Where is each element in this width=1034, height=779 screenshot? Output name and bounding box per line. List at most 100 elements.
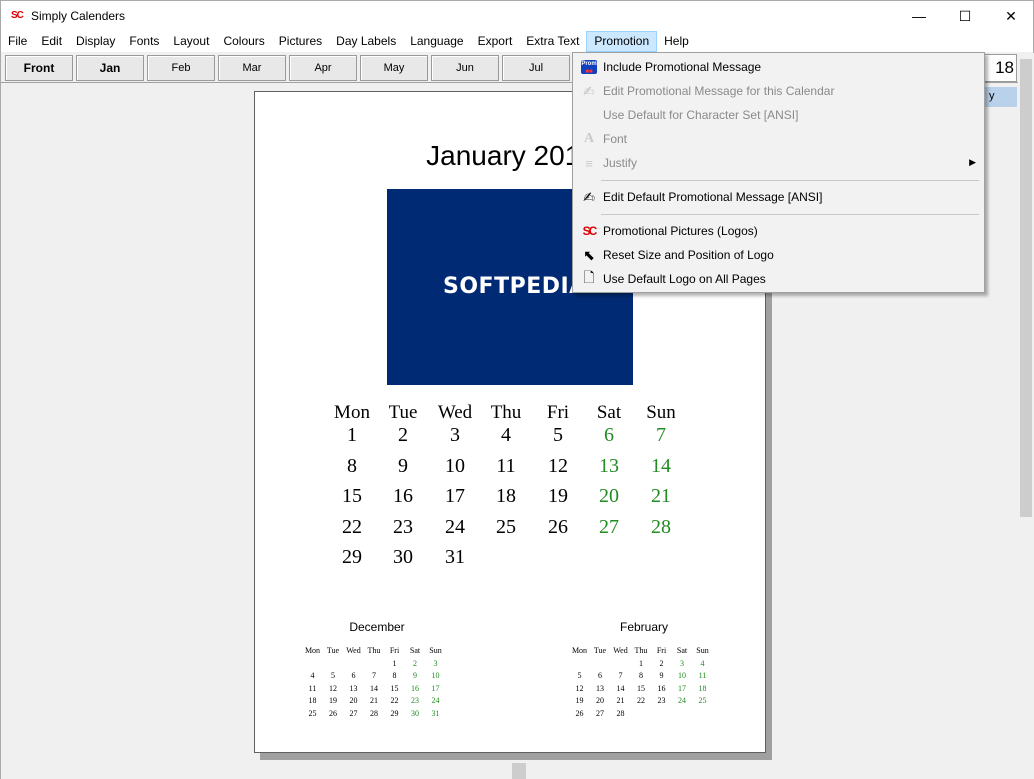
- tab-jul[interactable]: Jul: [502, 55, 570, 81]
- minimize-button[interactable]: —: [896, 1, 942, 31]
- mini-weekday-header: Tue: [593, 646, 607, 655]
- menu-pictures[interactable]: Pictures: [272, 31, 329, 52]
- day-cell[interactable]: 16: [377, 485, 429, 508]
- menu-item-label: Edit Promotional Message for this Calend…: [603, 84, 835, 98]
- weekday-header: Fri: [546, 402, 570, 423]
- menu-display[interactable]: Display: [69, 31, 122, 52]
- edit-hand-icon: ✍: [583, 188, 595, 205]
- menu-item-edit-default-promotional-message-ansi[interactable]: ✍ Edit Default Promotional Message [ANSI]: [575, 185, 982, 209]
- menu-item-edit-promotional-message-for-this-calendar[interactable]: ✍ Edit Promotional Message for this Calen…: [575, 79, 982, 103]
- menu-item-use-default-logo-on-all-pages[interactable]: 🗋 Use Default Logo on All Pages: [575, 267, 982, 291]
- day-cell[interactable]: 13: [583, 455, 635, 478]
- day-cell[interactable]: 8: [326, 455, 378, 478]
- mini-day-cell: 9: [413, 671, 417, 680]
- edit-hand-icon: ✍: [583, 82, 595, 99]
- selected-list-item[interactable]: y: [983, 87, 1017, 107]
- day-cell[interactable]: 3: [429, 424, 481, 447]
- menu-language[interactable]: Language: [403, 31, 470, 52]
- menu-item-font[interactable]: A Font: [575, 127, 982, 151]
- day-cell[interactable]: 7: [635, 424, 687, 447]
- menu-item-reset-size-and-position-of-logo[interactable]: ⬉ Reset Size and Position of Logo: [575, 243, 982, 267]
- day-cell[interactable]: 10: [429, 455, 481, 478]
- menu-item-promotional-pictures-logos[interactable]: SC Promotional Pictures (Logos): [575, 219, 982, 243]
- day-cell[interactable]: 18: [480, 485, 532, 508]
- mini-week-row: 19 20 21 22 23 24 25: [569, 696, 719, 709]
- mini-day-cell: 3: [433, 658, 438, 668]
- menu-file[interactable]: File: [1, 31, 34, 52]
- day-cell[interactable]: 29: [326, 546, 378, 569]
- submenu-arrow-icon: ▶: [969, 157, 976, 167]
- mini-calendar-next: February Mon Tue Wed Thu Fri Sat Sun 1 2 3 4 5 6 7 8 9 10…: [569, 620, 719, 721]
- day-cell[interactable]: 27: [583, 516, 635, 539]
- day-cell[interactable]: 28: [635, 516, 687, 539]
- mini-day-cell: 19: [329, 696, 337, 705]
- sc-logo-icon: SC: [582, 224, 598, 238]
- menu-colours[interactable]: Colours: [216, 31, 271, 52]
- menu-day-labels[interactable]: Day Labels: [329, 31, 403, 52]
- month-grid: Mon Tue Wed Thu Fri Sat Sun 1 2 3 4 5 6 7 8 9 10 11 12 13 14…: [331, 402, 691, 577]
- menu-item-include-promotional-message[interactable]: Prom ■■ Include Promotional Message: [575, 55, 982, 79]
- mini-day-cell: 11: [308, 683, 317, 693]
- year-field[interactable]: 18: [983, 54, 1017, 82]
- day-cell[interactable]: 4: [480, 424, 532, 447]
- day-cell[interactable]: 23: [377, 516, 429, 539]
- mini-day-cell: 17: [431, 683, 440, 693]
- menu-extra-text[interactable]: Extra Text: [519, 31, 586, 52]
- mini-weekday-header: Sun: [696, 646, 709, 655]
- day-cell[interactable]: 9: [377, 455, 429, 478]
- mini-day-cell: 16: [657, 683, 666, 693]
- mini-day-cell: 13: [349, 683, 358, 693]
- menu-export[interactable]: Export: [471, 31, 520, 52]
- day-cell[interactable]: 2: [377, 424, 429, 447]
- day-cell[interactable]: 31: [429, 546, 481, 569]
- mini-weekday-header: Wed: [346, 646, 361, 655]
- mini-weekday-header: Sat: [676, 646, 688, 655]
- day-cell[interactable]: 25: [480, 516, 532, 539]
- day-cell[interactable]: 12: [532, 455, 584, 478]
- tab-apr[interactable]: Apr: [289, 55, 357, 81]
- day-cell[interactable]: 30: [377, 546, 429, 569]
- menu-item-use-default-for-character-set-ansi[interactable]: Use Default for Character Set [ANSI]: [575, 103, 982, 127]
- mini-day-cell: 4: [700, 658, 705, 668]
- mini-weekday-header: Fri: [656, 646, 667, 655]
- day-cell[interactable]: 5: [532, 424, 584, 447]
- mini-header-row: Mon Tue Wed Thu Fri Sat Sun: [302, 646, 452, 659]
- horizontal-scroll-thumb[interactable]: [512, 763, 526, 779]
- mini-day-cell: 7: [618, 671, 623, 680]
- day-cell[interactable]: 17: [429, 485, 481, 508]
- day-cell[interactable]: 20: [583, 485, 635, 508]
- mini-day-cell: 18: [698, 683, 707, 693]
- mini-week-row: 5 6 7 8 9 10 11: [569, 671, 719, 684]
- menu-layout[interactable]: Layout: [166, 31, 216, 52]
- day-cell[interactable]: 1: [326, 424, 378, 447]
- day-cell[interactable]: 21: [635, 485, 687, 508]
- menu-item-justify[interactable]: ≡ Justify ▶: [575, 151, 982, 175]
- mini-calendar-previous: December Mon Tue Wed Thu Fri Sat Sun 1 2 3 4 5 6 7 8 9 10…: [302, 620, 452, 721]
- day-cell[interactable]: 22: [326, 516, 378, 539]
- week-row: 1234567: [331, 424, 691, 455]
- tab-front[interactable]: Front: [5, 55, 73, 81]
- tab-feb[interactable]: Feb: [147, 55, 215, 81]
- menu-fonts[interactable]: Fonts: [122, 31, 166, 52]
- day-cell[interactable]: 26: [532, 516, 584, 539]
- menu-edit[interactable]: Edit: [34, 31, 69, 52]
- tab-mar[interactable]: Mar: [218, 55, 286, 81]
- day-cell[interactable]: 19: [532, 485, 584, 508]
- maximize-button[interactable]: ☐: [942, 1, 988, 31]
- close-button[interactable]: ✕: [988, 1, 1034, 31]
- tab-jun[interactable]: Jun: [431, 55, 499, 81]
- mini-day-cell: 23: [657, 696, 666, 705]
- tab-jan[interactable]: Jan: [76, 55, 144, 81]
- vertical-scroll-thumb[interactable]: [1020, 59, 1032, 517]
- day-cell[interactable]: 6: [583, 424, 635, 447]
- day-cell[interactable]: 24: [429, 516, 481, 539]
- day-cell[interactable]: 15: [326, 485, 378, 508]
- tab-may[interactable]: May: [360, 55, 428, 81]
- window-title: Simply Calenders: [31, 9, 126, 23]
- menu-help[interactable]: Help: [657, 31, 696, 52]
- day-cell[interactable]: 11: [480, 455, 532, 478]
- day-cell[interactable]: 14: [635, 455, 687, 478]
- menu-promotion[interactable]: Promotion: [586, 31, 658, 52]
- mini-week-row: 1 2 3 4: [569, 659, 719, 672]
- mini-week-row: 12 13 14 15 16 17 18: [569, 684, 719, 697]
